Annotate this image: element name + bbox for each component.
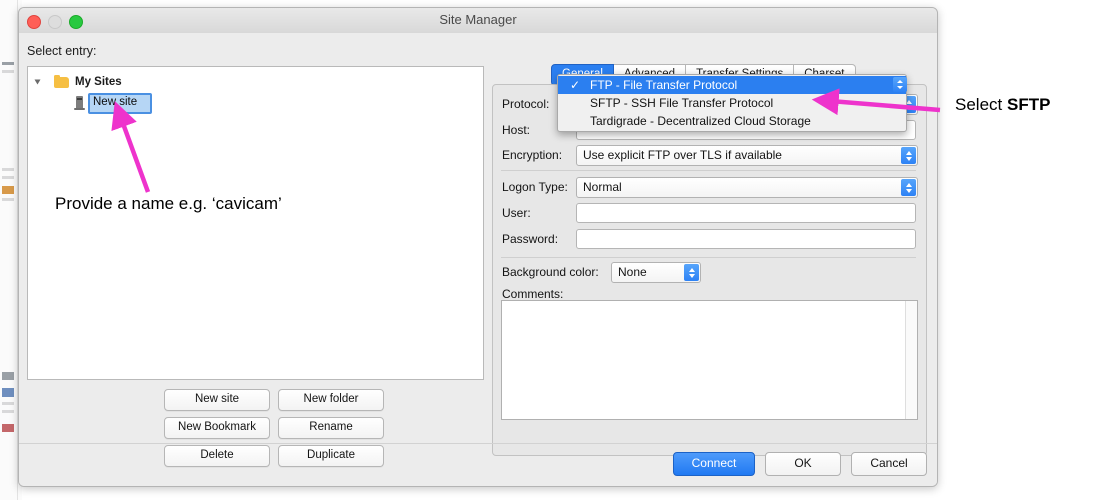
new-folder-button[interactable]: New folder (278, 389, 384, 411)
annotation-prefix: Select (955, 95, 1007, 114)
annotation-bold: SFTP (1006, 95, 1051, 114)
annotation-provide-name: Provide a name e.g. ‘cavicam’ (55, 194, 282, 213)
menu-item-sftp[interactable]: SFTP - SSH File Transfer Protocol (558, 94, 906, 112)
password-label: Password: (502, 232, 559, 246)
menu-item-tardigrade[interactable]: Tardigrade - Decentralized Cloud Storage (558, 112, 906, 130)
user-label: User: (502, 206, 531, 220)
password-input[interactable] (576, 229, 916, 249)
background-color-select[interactable]: None (611, 262, 701, 283)
host-label: Host: (502, 123, 531, 137)
tree-item-my-sites[interactable]: My Sites (34, 74, 483, 92)
delete-button[interactable]: Delete (164, 445, 270, 467)
menu-item-ftp[interactable]: ✓ FTP - File Transfer Protocol (558, 76, 906, 94)
cancel-button[interactable]: Cancel (851, 452, 927, 476)
logon-type-value: Normal (583, 180, 622, 194)
protocol-label: Protocol: (502, 97, 550, 111)
window-title: Site Manager (439, 12, 517, 27)
menu-item-label: Tardigrade - Decentralized Cloud Storage (590, 114, 811, 128)
tree-item-new-site[interactable]: New site (74, 93, 483, 114)
comments-textarea[interactable] (501, 300, 918, 420)
footer-divider (19, 443, 937, 444)
ok-button[interactable]: OK (765, 452, 841, 476)
select-entry-label: Select entry: (27, 44, 97, 58)
tree-action-buttons: New site New folder New Bookmark Rename … (164, 389, 384, 473)
general-tab-panel: Protocol: FTP - File Transfer Protocol H… (492, 84, 927, 456)
background-color-label: Background color: (502, 265, 599, 279)
encryption-stepper-icon[interactable] (901, 147, 916, 164)
dialog-buttons: Connect OK Cancel (673, 452, 927, 476)
screenshot-root: Site Manager Select entry: My Sites New … (0, 0, 1104, 500)
divider-1 (501, 170, 916, 171)
divider-2 (501, 257, 916, 258)
window-titlebar[interactable]: Site Manager (19, 8, 937, 34)
new-site-button[interactable]: New site (164, 389, 270, 411)
background-color-stepper-icon[interactable] (684, 264, 699, 281)
protocol-menu-stepper-icon[interactable] (893, 77, 907, 92)
rename-button[interactable]: Rename (278, 417, 384, 439)
connect-button[interactable]: Connect (673, 452, 755, 476)
encryption-value: Use explicit FTP over TLS if available (583, 148, 782, 162)
encryption-label: Encryption: (502, 148, 563, 162)
server-icon (74, 96, 85, 110)
tree-item-label: My Sites (75, 76, 122, 88)
menu-item-label: FTP - File Transfer Protocol (590, 78, 738, 92)
annotation-select-sftp: Select SFTP (955, 95, 1050, 115)
chevron-down-icon[interactable] (34, 79, 41, 85)
check-icon: ✓ (570, 78, 581, 92)
comments-label: Comments: (502, 287, 564, 301)
background-color-value: None (618, 265, 647, 279)
encryption-select[interactable]: Use explicit FTP over TLS if available (576, 145, 918, 166)
menu-item-label: SFTP - SSH File Transfer Protocol (590, 96, 774, 110)
logon-type-label: Logon Type: (502, 180, 568, 194)
comments-scrollbar[interactable] (905, 301, 917, 419)
tree-rename-value: New site (93, 96, 138, 108)
tree-rename-input[interactable]: New site (88, 93, 152, 114)
logon-type-select[interactable]: Normal (576, 177, 918, 198)
new-bookmark-button[interactable]: New Bookmark (164, 417, 270, 439)
protocol-dropdown-menu[interactable]: ✓ FTP - File Transfer Protocol SFTP - SS… (557, 74, 907, 132)
duplicate-button[interactable]: Duplicate (278, 445, 384, 467)
site-tree[interactable]: My Sites New site (27, 66, 484, 380)
logon-type-stepper-icon[interactable] (901, 179, 916, 196)
user-input[interactable] (576, 203, 916, 223)
folder-icon (54, 74, 69, 88)
